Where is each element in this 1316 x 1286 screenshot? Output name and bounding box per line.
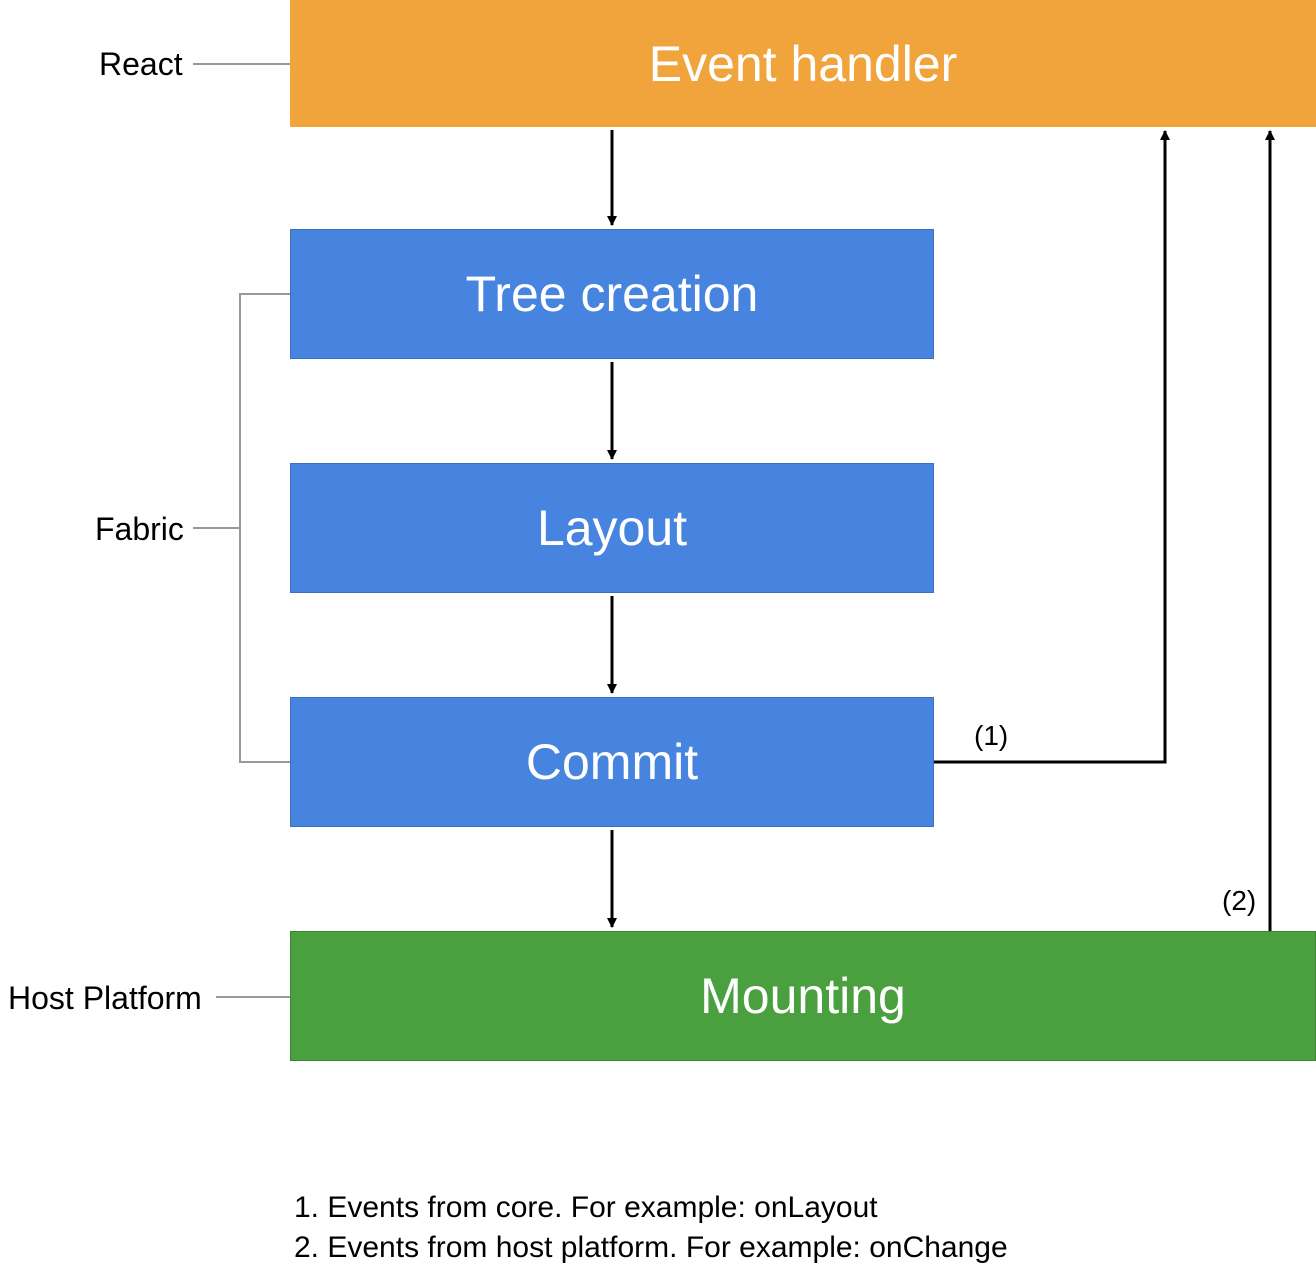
event-handler-box: Event handler bbox=[290, 0, 1316, 127]
mounting-label: Mounting bbox=[700, 967, 906, 1025]
tree-creation-box: Tree creation bbox=[290, 229, 934, 359]
layout-box: Layout bbox=[290, 463, 934, 593]
annotation-two: (2) bbox=[1222, 885, 1256, 917]
diagram-canvas: Event handler Tree creation Layout Commi… bbox=[0, 0, 1316, 1286]
fabric-side-label: Fabric bbox=[95, 511, 184, 548]
commit-label: Commit bbox=[526, 733, 698, 791]
event-handler-label: Event handler bbox=[649, 35, 958, 93]
tree-creation-label: Tree creation bbox=[466, 265, 759, 323]
annotation-one: (1) bbox=[974, 720, 1008, 752]
arrows-overlay bbox=[0, 0, 1316, 1286]
layout-label: Layout bbox=[537, 499, 687, 557]
mounting-box: Mounting bbox=[290, 931, 1316, 1061]
commit-box: Commit bbox=[290, 697, 934, 827]
footnote-one: 1. Events from core. For example: onLayo… bbox=[294, 1191, 878, 1225]
react-side-label: React bbox=[99, 46, 183, 83]
footnote-two: 2. Events from host platform. For exampl… bbox=[294, 1231, 1008, 1265]
host-platform-side-label: Host Platform bbox=[8, 980, 202, 1017]
